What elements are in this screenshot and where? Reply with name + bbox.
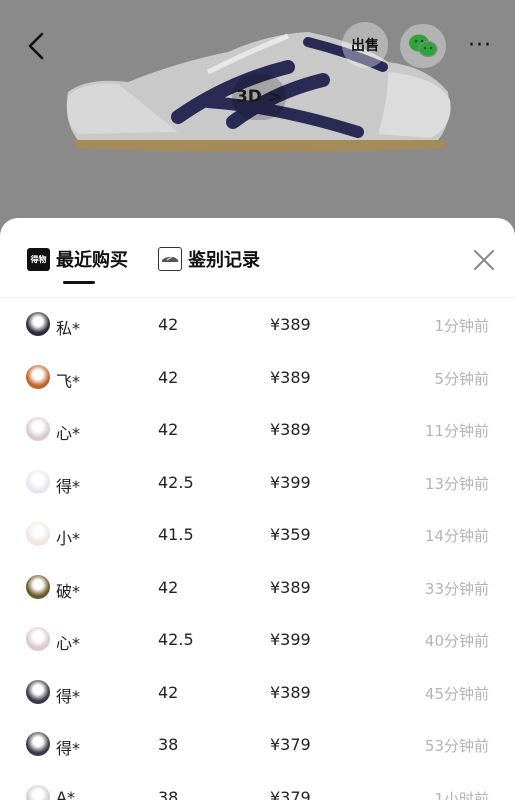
list-item: 得* 38 ¥379 53分钟前: [0, 718, 515, 771]
tab-bar: 得物 最近购买 鉴别记录: [0, 218, 515, 298]
purchase-time: 40分钟前: [424, 632, 489, 650]
list-item: 得* 42.5 ¥399 13分钟前: [0, 456, 515, 509]
dewu-logo-icon: 得物: [27, 247, 50, 271]
purchase-price: ¥379: [270, 735, 311, 754]
dewu-logo-text: 得物: [30, 254, 47, 264]
avatar: [26, 522, 50, 546]
avatar: [26, 784, 50, 800]
list-item: 破* 42 ¥389 33分钟前: [0, 561, 515, 614]
list-item: 心* 42 ¥389 11分钟前: [0, 403, 515, 456]
buyer-name: 得*: [56, 739, 81, 758]
purchase-time: 1小时前: [434, 789, 489, 800]
purchase-time: 33分钟前: [424, 579, 489, 598]
purchase-price: ¥399: [270, 472, 311, 492]
tab-recent-purchases[interactable]: 得物 最近购买: [27, 244, 128, 274]
purchase-price: ¥389: [270, 577, 311, 597]
purchase-price: ¥389: [270, 367, 311, 387]
list-item: 私* 42 ¥389 1分钟前: [0, 298, 515, 351]
avatar: [26, 732, 50, 756]
avatar: [26, 469, 50, 494]
shoe-size: 38: [158, 787, 179, 800]
view-3d-label: 3D >: [235, 87, 283, 107]
product-header: 3D > 出售 ···: [0, 0, 515, 230]
purchase-time: 45分钟前: [424, 684, 489, 703]
view-3d-button[interactable]: 3D >: [232, 74, 286, 120]
buyer-name: 破*: [56, 581, 81, 601]
avatar: [26, 574, 50, 599]
purchase-time: 14分钟前: [424, 527, 489, 545]
purchase-price: ¥379: [270, 787, 311, 800]
buyer-name: 小*: [56, 529, 81, 548]
records-sheet: 得物 最近购买 鉴别记录 私* 42 ¥389 1分钟前飞* 42 ¥389 5分钟前心* 4…: [0, 218, 515, 800]
buyer-name: 得*: [56, 686, 81, 706]
list-item: 小* 41.5 ¥359 14分钟前: [0, 508, 515, 561]
avatar: [26, 627, 50, 651]
purchase-time: 13分钟前: [424, 474, 489, 493]
avatar: [26, 679, 50, 704]
purchase-record-list: 私* 42 ¥389 1分钟前飞* 42 ¥389 5分钟前心* 42 ¥389 11分钟前得* 4…: [0, 298, 515, 800]
purchase-price: ¥389: [270, 315, 311, 334]
shoe-size: 42.5: [158, 472, 194, 492]
wechat-icon: [409, 34, 438, 58]
buyer-name: 得*: [56, 476, 81, 496]
shoe-size: 42: [158, 682, 179, 702]
list-item: 飞* 42 ¥389 5分钟前: [0, 351, 515, 404]
avatar: [26, 312, 50, 336]
list-item: A* 38 ¥379 1小时前: [0, 771, 515, 800]
shoe-size: 42: [158, 315, 179, 334]
shoe-size: 42: [158, 577, 179, 597]
tab-authentication-label: 鉴别记录: [188, 250, 260, 271]
buyer-name: 心*: [56, 634, 81, 653]
tab-recent-label: 最近购买: [56, 250, 128, 271]
purchase-time: 11分钟前: [424, 422, 489, 440]
shoe-size: 42: [158, 367, 179, 387]
list-item: 得* 42 ¥389 45分钟前: [0, 666, 515, 719]
sell-button[interactable]: 出售: [342, 22, 388, 68]
purchase-price: ¥399: [270, 630, 311, 649]
buyer-name: 心*: [56, 424, 81, 443]
purchase-price: ¥389: [270, 420, 311, 439]
purchase-time: 1分钟前: [434, 317, 489, 335]
wechat-share-button[interactable]: [400, 24, 446, 68]
buyer-name: 私*: [56, 319, 81, 338]
avatar: [26, 364, 50, 389]
purchase-time: 53分钟前: [424, 737, 489, 755]
shoe-size: 41.5: [158, 525, 194, 544]
more-options-button[interactable]: ···: [464, 30, 496, 60]
close-icon[interactable]: [470, 246, 498, 274]
shoe-size: 42: [158, 420, 179, 439]
back-arrow-icon[interactable]: [22, 28, 52, 64]
sell-label: 出售: [351, 38, 379, 54]
buyer-name: 飞*: [56, 371, 81, 391]
purchase-price: ¥359: [270, 525, 311, 544]
active-tab-indicator: [63, 281, 95, 284]
shoe-size: 42.5: [158, 630, 194, 649]
tab-authentication-records[interactable]: 鉴别记录: [158, 244, 260, 274]
list-item: 心* 42.5 ¥399 40分钟前: [0, 613, 515, 666]
shoe-size: 38: [158, 735, 179, 754]
buyer-name: A*: [56, 787, 75, 800]
avatar: [26, 417, 50, 441]
purchase-price: ¥389: [270, 682, 311, 702]
more-options-icon: ···: [468, 32, 492, 58]
purchase-time: 5分钟前: [434, 369, 489, 388]
shoe-thumbnail-icon: [158, 247, 182, 271]
